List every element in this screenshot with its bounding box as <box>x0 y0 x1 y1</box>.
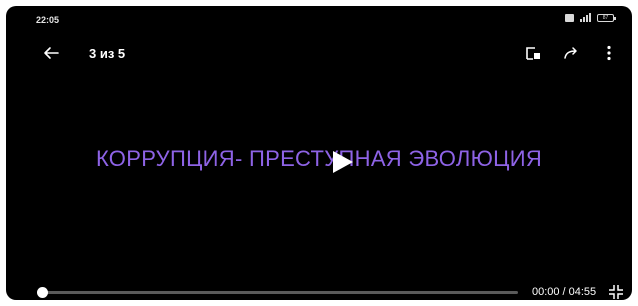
more-vert-icon <box>607 45 611 61</box>
progress-thumb[interactable] <box>37 287 48 298</box>
video-title-text: КОРРУПЦИЯ- ПРЕСТУПНАЯ ЭВОЛЮЦИЯ <box>95 146 543 171</box>
video-player-screen: 22:05 87 3 из 5 КОРРУПЦИЯ- ПРЕСТУПНАЯ ЭВ… <box>6 6 632 300</box>
time-separator: / <box>562 286 566 298</box>
play-icon[interactable] <box>329 149 355 175</box>
media-counter: 3 из 5 <box>89 46 126 61</box>
back-button[interactable] <box>40 42 62 64</box>
fullscreen-exit-icon[interactable] <box>608 284 624 300</box>
cast-button[interactable] <box>522 42 544 64</box>
status-time: 22:05 <box>36 15 60 25</box>
signal-icon <box>580 13 591 22</box>
time-display: 00:00/04:55 <box>532 286 596 298</box>
share-icon <box>564 47 577 59</box>
duration: 04:55 <box>568 286 597 298</box>
message-icon <box>565 13 574 22</box>
more-options-button[interactable] <box>598 42 620 64</box>
status-icons: 87 <box>565 13 616 22</box>
battery-icon: 87 <box>597 13 616 22</box>
current-time: 00:00 <box>532 286 560 298</box>
top-actions <box>522 42 620 64</box>
share-button[interactable] <box>560 42 582 64</box>
progress-bar[interactable] <box>37 287 518 298</box>
back-arrow-icon <box>44 47 59 59</box>
cast-icon <box>526 47 540 60</box>
